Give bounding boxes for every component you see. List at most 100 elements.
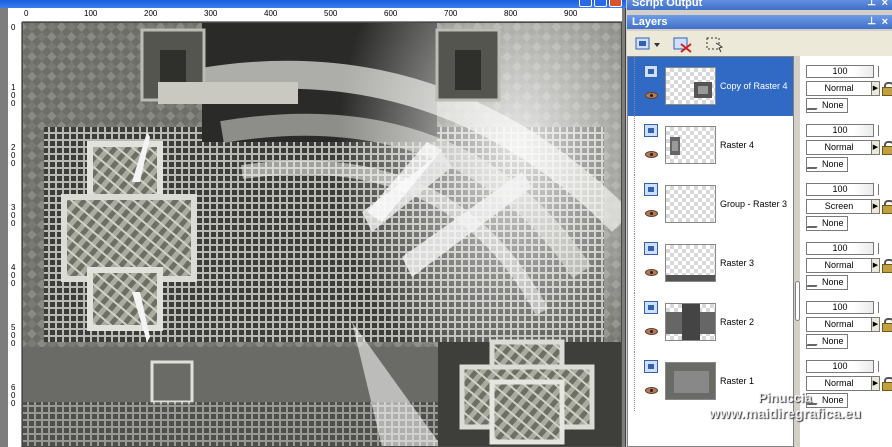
blend-mode-select[interactable]: Normal [806,140,872,155]
new-layer-dropdown-button[interactable] [633,34,660,53]
blend-mode-arrow-icon[interactable]: ▶ [871,199,880,214]
blend-mode-arrow-icon[interactable]: ▶ [871,140,880,155]
ruler-tick-label: 100 [84,9,98,18]
layer-properties: 100 Screen ▶ None [800,174,892,233]
ruler-tick-label: 200 [11,143,16,168]
opacity-slider-handle[interactable] [878,66,888,77]
layer-name: Copy of Raster 4 [720,81,788,91]
document-window: 0 100 200 300 400 500 600 700 800 900 0 100 200 300 4… [0,0,626,447]
layer-row[interactable]: Raster 2 [628,293,793,352]
brush-icon [806,160,822,169]
link-mask-button[interactable]: None [806,275,848,290]
layer-thumbnail [665,185,716,223]
blend-mode-arrow-icon[interactable]: ▶ [871,317,880,332]
opacity-slider-handle[interactable] [878,184,888,195]
layer-list[interactable]: Copy of Raster 4 Raster 4 Group - Raster 3… [627,56,794,447]
opacity-slider[interactable]: 100 [806,301,874,314]
visibility-eye-icon[interactable] [645,269,658,276]
close-button[interactable] [609,0,622,7]
ruler-tick-label: 300 [11,203,16,228]
visibility-eye-icon[interactable] [645,387,658,394]
layers-toolbar [627,31,892,56]
pin-icon[interactable]: ⊥ [867,15,876,29]
minimize-button[interactable] [579,0,592,7]
layer-thumbnail [665,244,716,282]
visibility-eye-icon[interactable] [645,210,658,217]
raster-layer-icon[interactable] [644,360,658,373]
pin-icon[interactable]: ⊥ [867,0,876,10]
layers-title: Layers [632,16,668,28]
opacity-slider[interactable]: 100 [806,124,874,137]
lock-icon[interactable] [882,141,892,155]
selection-icon [706,37,724,53]
lock-icon[interactable] [882,200,892,214]
link-mask-button[interactable]: None [806,393,848,408]
blend-mode-arrow-icon[interactable]: ▶ [871,81,880,96]
document-title-bar[interactable] [0,0,626,8]
layer-row[interactable]: Raster 1 [628,352,793,411]
raster-layer-icon[interactable] [644,301,658,314]
close-icon[interactable]: × [882,0,888,10]
image-canvas[interactable] [22,22,622,447]
layer-properties: 100 Normal ▶ None [800,115,892,174]
mask-label: None [822,395,844,405]
layer-select-button[interactable] [703,34,725,53]
lock-icon[interactable] [882,318,892,332]
new-layer-icon [635,37,660,50]
link-mask-button[interactable]: None [806,334,848,349]
blend-mode-arrow-icon[interactable]: ▶ [871,258,880,273]
layers-header[interactable]: Layers ⊥ × [627,15,892,29]
opacity-slider-handle[interactable] [878,243,888,254]
opacity-slider-handle[interactable] [878,125,888,136]
mask-label: None [822,218,844,228]
blend-mode-select[interactable]: Normal [806,376,872,391]
layer-thumbnail [665,303,716,341]
script-output-header[interactable]: Script Output ⊥ × [627,0,892,10]
ruler-tick-label: 800 [504,9,518,18]
layer-name: Group - Raster 3 [720,199,788,209]
close-icon[interactable]: × [882,15,888,29]
maximize-button[interactable] [594,0,607,7]
raster-layer-icon[interactable] [644,65,658,78]
blend-mode-select[interactable]: Screen [806,199,872,214]
canvas-artwork [22,22,622,447]
tree-line [634,293,635,352]
ruler-tick-label: 400 [264,9,278,18]
opacity-slider[interactable]: 100 [806,65,874,78]
layer-thumbnail [665,67,716,105]
mask-label: None [822,100,844,110]
link-mask-button[interactable]: None [806,216,848,231]
layer-row[interactable]: Raster 3 [628,234,793,293]
visibility-eye-icon[interactable] [645,92,658,99]
layer-row[interactable]: Group - Raster 3 [628,175,793,234]
raster-layer-icon[interactable] [644,124,658,137]
delete-layer-button[interactable] [671,34,693,53]
lock-icon[interactable] [882,377,892,391]
lock-icon[interactable] [882,259,892,273]
raster-layer-icon[interactable] [644,242,658,255]
visibility-eye-icon[interactable] [645,328,658,335]
opacity-slider[interactable]: 100 [806,183,874,196]
tree-line [634,57,635,116]
opacity-slider[interactable]: 100 [806,360,874,373]
blend-mode-select[interactable]: Normal [806,317,872,332]
mask-label: None [822,336,844,346]
link-mask-button[interactable]: None [806,98,848,113]
opacity-slider-handle[interactable] [878,302,888,313]
tree-line [634,175,635,234]
ruler-tick-label: 500 [11,323,16,348]
blend-mode-select[interactable]: Normal [806,81,872,96]
blend-mode-arrow-icon[interactable]: ▶ [871,376,880,391]
link-mask-button[interactable]: None [806,157,848,172]
layer-row[interactable]: Raster 4 [628,116,793,175]
raster-layer-icon[interactable] [644,183,658,196]
lock-icon[interactable] [882,82,892,96]
ruler-tick-label: 700 [444,9,458,18]
ruler-tick-label: 400 [11,263,16,288]
blend-mode-select[interactable]: Normal [806,258,872,273]
opacity-slider[interactable]: 100 [806,242,874,255]
ruler-tick-label: 900 [564,9,578,18]
layer-row[interactable]: Copy of Raster 4 [628,57,793,116]
opacity-slider-handle[interactable] [878,361,888,372]
visibility-eye-icon[interactable] [645,151,658,158]
